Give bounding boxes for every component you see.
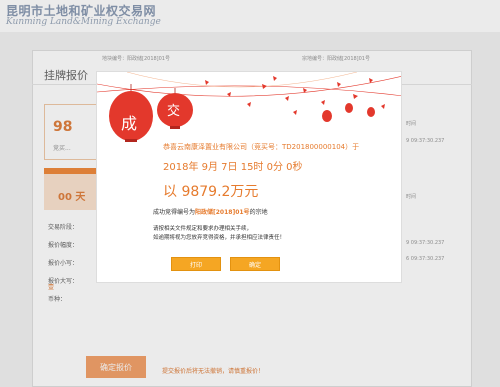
notice-line-2: 如逾期将视为您放弃竞得资格，并承担相应法律责任！ <box>153 235 286 241</box>
deal-char-2: 交 <box>167 104 181 119</box>
lot-line: 成功竞得编号为阳政储[2018]01号的宗地 <box>153 207 268 216</box>
lot-prefix: 成功竞得编号为 <box>153 209 196 216</box>
notice-line-1: 请按相关文件规定和要求办理相关手续， <box>153 226 253 232</box>
confirm-button[interactable]: 确定 <box>230 257 280 271</box>
deal-datetime: 2018年 9月 7日 15时 0分 0秒 <box>163 162 303 173</box>
lot-id: 阳政储[2018]01号 <box>195 209 250 216</box>
deal-result-dialog: 成 交 恭喜云南康泽置业有限公司（竞买号：TD201800000104）于 20… <box>96 71 402 283</box>
print-button[interactable]: 打印 <box>171 257 221 271</box>
deal-char-1: 成 <box>121 114 138 133</box>
winner-text: 恭喜云南康泽置业有限公司（竞买号：TD201800000104）于 <box>163 143 360 151</box>
festive-decoration <box>97 72 401 142</box>
lot-suffix: 的宗地 <box>249 209 268 216</box>
final-price: 以 9879.2万元 <box>163 184 259 200</box>
